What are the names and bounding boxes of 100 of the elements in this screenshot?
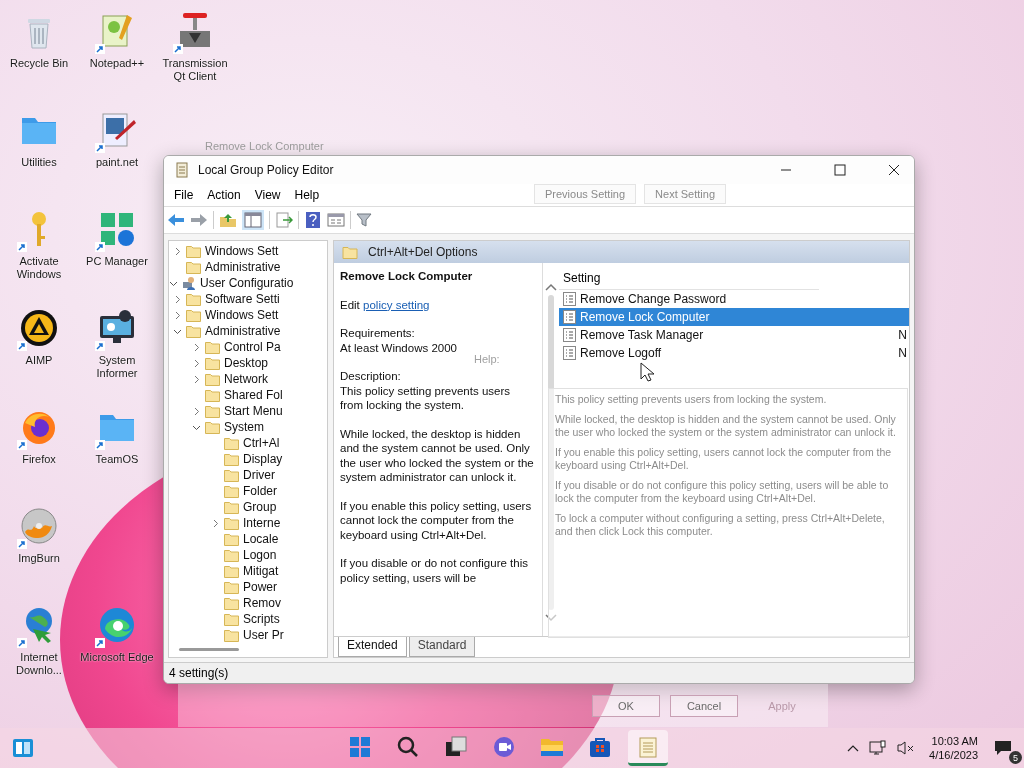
state-text: N (898, 346, 908, 360)
network-icon[interactable] (869, 740, 888, 756)
shopping-bag-icon (589, 735, 611, 758)
folder-icon (224, 532, 239, 546)
column-header[interactable]: Setting (559, 267, 819, 290)
desktop-icon[interactable]: ImgBurn (0, 499, 78, 598)
setting-row[interactable]: Remove Task Manager N (559, 326, 909, 344)
menu-item[interactable]: Action (207, 188, 241, 202)
menu-item[interactable]: File (174, 188, 194, 202)
folder-icon (205, 420, 220, 434)
setting-row[interactable]: Remove Change Password (559, 290, 909, 308)
tree-item[interactable]: Scripts (169, 611, 327, 627)
desktop-icon[interactable]: Utilities (0, 103, 78, 202)
desktop-icon[interactable]: Transmission Qt Client (156, 4, 234, 103)
tree-item[interactable]: Interne (169, 515, 327, 531)
disc-flame-icon (19, 506, 59, 546)
tree-item[interactable]: Display (169, 451, 327, 467)
desktop-icon[interactable]: Internet Downlo... (0, 598, 78, 697)
tree-item[interactable]: Folder (169, 483, 327, 499)
notification-icon[interactable] (994, 740, 1012, 756)
policy-setting-link[interactable]: policy setting (363, 298, 430, 311)
chevron-right-icon[interactable] (173, 294, 182, 304)
folder-icon (224, 596, 239, 610)
desktop-icon[interactable]: Recycle Bin (0, 4, 78, 103)
arrow-right-icon[interactable] (190, 212, 208, 228)
panel-icon[interactable] (242, 210, 264, 230)
scrollbar-thumb[interactable] (179, 648, 239, 651)
menu-item[interactable]: Help (294, 188, 320, 202)
edit-label: Edit (340, 298, 360, 311)
tree-item[interactable]: Logon (169, 547, 327, 563)
maximize-icon[interactable] (834, 164, 846, 176)
chevron-right-icon[interactable] (192, 358, 201, 368)
export-icon[interactable] (275, 212, 293, 228)
menu-item[interactable]: View (254, 188, 281, 202)
tree-item[interactable]: User Pr (169, 627, 327, 643)
tree-item[interactable]: User Configuratio (169, 275, 327, 291)
dialog-button[interactable]: OK (592, 694, 660, 717)
folder-icon (224, 500, 239, 514)
task-view-icon (445, 735, 467, 758)
description-label: Description: (340, 369, 402, 384)
widgets-icon[interactable] (12, 737, 34, 759)
tree-item[interactable]: Group (169, 499, 327, 515)
tree-item[interactable]: Administrative (169, 259, 327, 275)
cursor-icon (640, 362, 656, 382)
setting-icon (563, 328, 576, 342)
desktop-icon[interactable]: AIMP (0, 301, 78, 400)
arrow-left-icon[interactable] (167, 212, 185, 228)
tree-item[interactable]: Start Menu (169, 403, 327, 419)
nav-button[interactable]: Previous Setting (534, 184, 637, 204)
desktop-icon[interactable]: PC Manager (78, 202, 156, 301)
clock-date[interactable]: 4/16/2023 (929, 748, 978, 762)
nav-button[interactable]: Next Setting (644, 184, 727, 204)
tree-item[interactable]: System (169, 419, 327, 435)
notification-badge: 5 (1009, 751, 1022, 764)
tree-item[interactable]: Network (169, 371, 327, 387)
setting-row[interactable]: Remove Logoff N (559, 344, 909, 362)
tree-item[interactable]: Control Pa (169, 339, 327, 355)
dialog-button[interactable]: Cancel (670, 694, 738, 717)
folder-icon (224, 468, 239, 482)
tree-item[interactable]: Power (169, 579, 327, 595)
desktop-icon[interactable]: paint.net (78, 103, 156, 202)
desktop-icon[interactable]: Firefox (0, 400, 78, 499)
chevron-up-icon[interactable] (847, 744, 860, 752)
tree-item[interactable]: Software Setti (169, 291, 327, 307)
desktop-icon[interactable]: Microsoft Edge (78, 598, 156, 697)
desktop-icon[interactable]: TeamOS (78, 400, 156, 499)
tree-item[interactable]: Driver (169, 467, 327, 483)
folder-icon (224, 548, 239, 562)
setting-icon (563, 346, 576, 360)
folder-icon (224, 452, 239, 466)
folder-icon (205, 340, 220, 354)
tree-item[interactable]: Desktop (169, 355, 327, 371)
view-tab[interactable]: Extended (338, 637, 407, 657)
chevron-right-icon[interactable] (192, 406, 201, 416)
chevron-right-icon[interactable] (173, 246, 182, 256)
speaker-muted-icon[interactable] (897, 740, 916, 756)
tree-item[interactable]: Windows Sett (169, 307, 327, 323)
tree-item[interactable]: Locale (169, 531, 327, 547)
filter-icon[interactable] (356, 212, 372, 228)
desktop-icon[interactable]: System Informer (78, 301, 156, 400)
folder-up-icon[interactable] (219, 212, 237, 228)
tree-item[interactable]: Administrative (169, 323, 327, 339)
chevron-right-icon[interactable] (192, 342, 201, 352)
setting-row[interactable]: Remove Lock Computer (559, 308, 909, 326)
chevron-right-icon[interactable] (192, 374, 201, 384)
view-tab[interactable]: Standard (408, 637, 476, 657)
close-icon[interactable] (888, 164, 900, 176)
tree-item[interactable]: Windows Sett (169, 243, 327, 259)
tree-item[interactable]: Ctrl+Al (169, 435, 327, 451)
tree-item[interactable]: Remov (169, 595, 327, 611)
tree-item[interactable]: Mitigat (169, 563, 327, 579)
desktop-icon[interactable]: Activate Windows (0, 202, 78, 301)
clock-time[interactable]: 10:03 AM (931, 734, 978, 748)
chevron-right-icon[interactable] (173, 310, 182, 320)
desktop-icon[interactable]: Notepad++ (78, 4, 156, 103)
properties-icon[interactable] (327, 212, 345, 228)
help-paragraph: While locked, the desktop is hidden and the system cannot be used. Only the user who locked the system or the system administrator can unlock it. (555, 413, 897, 439)
help-icon[interactable] (304, 211, 322, 229)
chevron-right-icon[interactable] (211, 518, 220, 528)
tree-item[interactable]: Shared Fol (169, 387, 327, 403)
